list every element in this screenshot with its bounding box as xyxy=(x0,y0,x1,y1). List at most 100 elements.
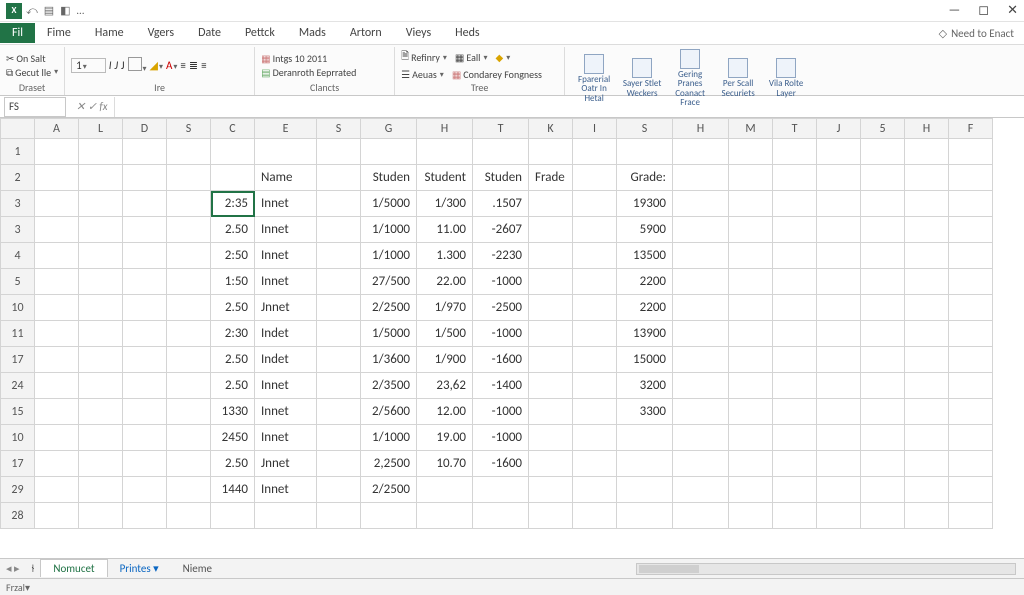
cell[interactable] xyxy=(729,347,773,373)
fx-icon[interactable]: ✕ ✓ fx xyxy=(70,100,114,113)
cell[interactable] xyxy=(167,477,211,503)
column-header[interactable]: S xyxy=(617,119,673,139)
tab-mads[interactable]: Mads xyxy=(287,23,338,43)
cell[interactable] xyxy=(35,191,79,217)
cell[interactable] xyxy=(123,451,167,477)
cell[interactable] xyxy=(905,347,949,373)
cell[interactable]: Jnnet xyxy=(255,295,317,321)
cell[interactable] xyxy=(35,347,79,373)
cell[interactable] xyxy=(773,373,817,399)
cell[interactable] xyxy=(729,503,773,529)
cell[interactable] xyxy=(317,373,361,399)
cell[interactable] xyxy=(529,321,573,347)
cell[interactable]: 2/2500 xyxy=(361,295,417,321)
cell[interactable] xyxy=(673,217,729,243)
cell[interactable] xyxy=(529,477,573,503)
button[interactable]: ◆ xyxy=(496,49,511,66)
cell[interactable] xyxy=(529,217,573,243)
cell[interactable] xyxy=(123,321,167,347)
cell[interactable]: 12.00 xyxy=(417,399,473,425)
cell[interactable] xyxy=(905,243,949,269)
cell[interactable] xyxy=(79,451,123,477)
cell[interactable] xyxy=(861,399,905,425)
cell[interactable]: Jnnet xyxy=(255,451,317,477)
cell[interactable] xyxy=(817,269,861,295)
cell[interactable]: Innet xyxy=(255,191,317,217)
cell[interactable]: 5900 xyxy=(617,217,673,243)
tab-heds[interactable]: Heds xyxy=(443,23,491,43)
row-header[interactable]: 2 xyxy=(1,165,35,191)
cell[interactable] xyxy=(529,243,573,269)
cell[interactable] xyxy=(673,425,729,451)
cell[interactable]: -1000 xyxy=(473,399,529,425)
cell[interactable] xyxy=(167,373,211,399)
cell[interactable] xyxy=(817,165,861,191)
cell[interactable] xyxy=(817,451,861,477)
cell[interactable] xyxy=(79,347,123,373)
spreadsheet-grid[interactable]: ALDSCESGHTKISHMTJ5HF 12NameStudenStudent… xyxy=(0,118,1024,558)
cell[interactable]: 2200 xyxy=(617,269,673,295)
italic-button[interactable]: J xyxy=(114,59,118,72)
cell[interactable] xyxy=(317,425,361,451)
column-header[interactable]: A xyxy=(35,119,79,139)
cell[interactable] xyxy=(211,139,255,165)
qat-undo-icon[interactable]: ⤺ xyxy=(26,4,38,18)
cell[interactable] xyxy=(317,269,361,295)
cell[interactable]: 19.00 xyxy=(417,425,473,451)
name-box[interactable] xyxy=(4,97,66,117)
cell[interactable] xyxy=(35,269,79,295)
cell[interactable] xyxy=(35,321,79,347)
cell[interactable] xyxy=(817,347,861,373)
cell[interactable] xyxy=(673,373,729,399)
cell[interactable]: 13500 xyxy=(617,243,673,269)
cell[interactable] xyxy=(529,191,573,217)
cell[interactable] xyxy=(729,451,773,477)
cell[interactable] xyxy=(317,295,361,321)
cell[interactable] xyxy=(673,399,729,425)
cell[interactable] xyxy=(729,217,773,243)
cell[interactable] xyxy=(317,165,361,191)
cell[interactable]: 11.00 xyxy=(417,217,473,243)
cell[interactable] xyxy=(729,425,773,451)
cell[interactable] xyxy=(673,165,729,191)
tab-home[interactable]: Fime xyxy=(35,23,83,43)
cell[interactable]: 2,2500 xyxy=(361,451,417,477)
cell[interactable]: Frade xyxy=(529,165,573,191)
row-header[interactable]: 29 xyxy=(1,477,35,503)
cell[interactable]: 2.50 xyxy=(211,347,255,373)
column-header[interactable]: J xyxy=(817,119,861,139)
cell[interactable] xyxy=(167,191,211,217)
big-button[interactable]: Per Scall Securiets xyxy=(715,58,761,98)
cell[interactable]: 19300 xyxy=(617,191,673,217)
cell[interactable] xyxy=(949,399,993,425)
tab-date[interactable]: Date xyxy=(186,23,233,43)
cell[interactable] xyxy=(673,243,729,269)
cell[interactable]: Studen xyxy=(473,165,529,191)
cell[interactable] xyxy=(773,165,817,191)
cell[interactable] xyxy=(905,295,949,321)
cell[interactable] xyxy=(255,139,317,165)
cell[interactable] xyxy=(817,321,861,347)
row-header[interactable]: 3 xyxy=(1,191,35,217)
cell[interactable] xyxy=(905,373,949,399)
cell[interactable] xyxy=(35,503,79,529)
cell[interactable] xyxy=(123,191,167,217)
cell[interactable] xyxy=(529,451,573,477)
column-header[interactable]: H xyxy=(905,119,949,139)
font-color-button[interactable]: A xyxy=(166,59,177,72)
cell[interactable] xyxy=(123,295,167,321)
cell[interactable]: 1330 xyxy=(211,399,255,425)
cell[interactable] xyxy=(573,347,617,373)
horizontal-scrollbar[interactable] xyxy=(636,563,1016,575)
cell[interactable] xyxy=(35,373,79,399)
cell[interactable] xyxy=(861,139,905,165)
cell[interactable]: Student xyxy=(417,165,473,191)
cell[interactable]: 2450 xyxy=(211,425,255,451)
cell[interactable]: 22.00 xyxy=(417,269,473,295)
cell[interactable] xyxy=(773,399,817,425)
row-header[interactable]: 10 xyxy=(1,425,35,451)
cell[interactable]: 2:50 xyxy=(211,243,255,269)
column-header[interactable]: D xyxy=(123,119,167,139)
cell[interactable] xyxy=(861,269,905,295)
minimize-button[interactable]: — xyxy=(949,3,961,18)
